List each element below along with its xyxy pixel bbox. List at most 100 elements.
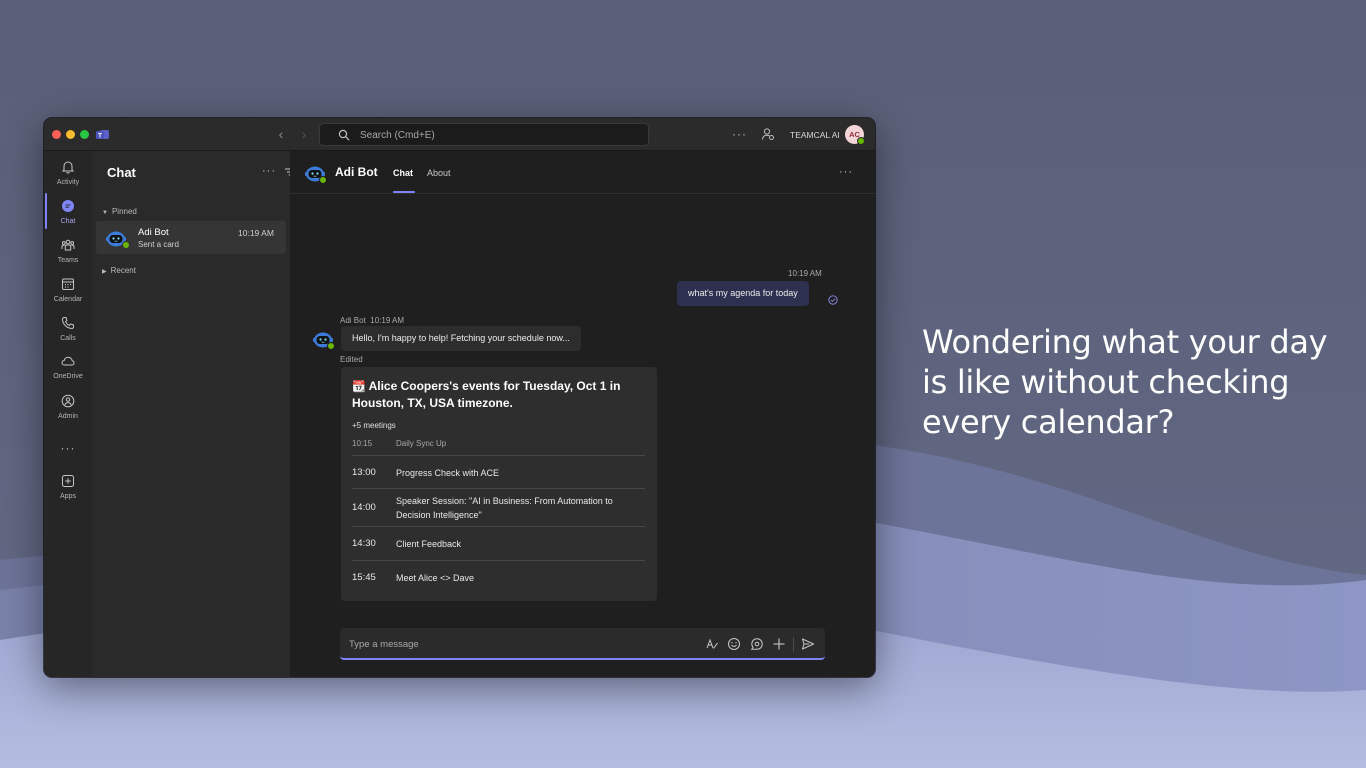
search-box[interactable] [319, 123, 649, 146]
chat-icon [62, 200, 74, 212]
rail-item-onedrive[interactable]: OneDrive [44, 349, 92, 387]
chat-more-options-icon[interactable]: ··· [262, 165, 276, 177]
add-icon[interactable] [772, 637, 786, 651]
rail-label: Teams [57, 257, 79, 264]
rail-item-teams[interactable]: Teams [44, 233, 92, 271]
card-title-text: Alice Coopers's events for Tuesday, Oct … [352, 379, 621, 410]
teams-icon [61, 239, 75, 251]
send-icon[interactable] [801, 637, 815, 651]
meeting-row[interactable]: 15:45 Meet Alice <> Dave [352, 561, 645, 595]
search-icon [338, 129, 350, 141]
sender-name: Adi Bot [340, 316, 366, 325]
title-bar: T ‹ › ··· TEAMCAL AI AC [44, 118, 875, 151]
meeting-row[interactable]: 13:00 Progress Check with ACE [352, 456, 645, 489]
admin-icon [61, 394, 75, 408]
meeting-row[interactable]: 10:15 Daily Sync Up [352, 437, 645, 456]
calendar-icon [62, 278, 74, 290]
chat-time: 10:19 AM [238, 228, 274, 238]
phone-icon [61, 317, 74, 330]
zoom-window-button[interactable] [80, 130, 89, 139]
meeting-time: 14:00 [352, 502, 376, 513]
bell-icon [61, 161, 75, 174]
message-sender-meta: Adi Bot 10:19 AM [340, 316, 404, 325]
agenda-card[interactable]: 📆 Alice Coopers's events for Tuesday, Oc… [341, 367, 657, 601]
minimize-window-button[interactable] [66, 130, 75, 139]
presence-available-icon [857, 137, 865, 145]
meeting-name: Client Feedback [396, 539, 462, 549]
meeting-time: 13:00 [352, 467, 376, 478]
meeting-time: 10:15 [352, 439, 373, 448]
compose-divider [793, 637, 794, 652]
emoji-icon[interactable] [727, 637, 741, 651]
more-meetings-link[interactable]: +5 meetings [352, 421, 396, 430]
section-label: Pinned [111, 207, 137, 216]
meeting-name: Progress Check with ACE [396, 468, 500, 478]
loop-component-icon[interactable] [750, 637, 764, 651]
close-window-button[interactable] [52, 130, 61, 139]
active-tab-indicator [393, 191, 415, 193]
app-rail: Activity Chat Teams Calendar Calls OneDr… [44, 151, 92, 677]
cloud-icon [61, 356, 75, 366]
back-icon[interactable]: ‹ [274, 127, 288, 141]
incoming-message[interactable]: Hello, I'm happy to help! Fetching your … [341, 326, 581, 351]
compose-box[interactable] [340, 628, 825, 661]
conversation-pane: Adi Bot Chat About ··· 10:19 AM what's m… [290, 151, 875, 677]
rail-label: Activity [56, 179, 80, 186]
message-timestamp: 10:19 AM [788, 269, 822, 278]
apps-icon [62, 475, 74, 487]
rail-label: Chat [60, 218, 76, 225]
section-label: Recent [110, 266, 136, 275]
conversation-more-icon[interactable]: ··· [839, 166, 853, 178]
rail-item-chat[interactable]: Chat [44, 194, 92, 232]
chat-preview: Sent a card [138, 240, 179, 249]
rail-label: Calls [60, 335, 76, 342]
more-options-icon[interactable]: ··· [732, 127, 747, 141]
org-name: TEAMCAL AI [790, 130, 840, 140]
meeting-time: 14:30 [352, 538, 376, 549]
rail-item-apps[interactable]: Apps [44, 469, 92, 507]
rail-label: Apps [60, 493, 76, 500]
conversation-title: Adi Bot [335, 165, 378, 179]
rail-label: Calendar [53, 296, 83, 303]
rail-item-activity[interactable]: Activity [44, 155, 92, 193]
chat-list-item[interactable]: Adi Bot Sent a card 10:19 AM [96, 221, 286, 254]
caret-down-icon: ▼ [102, 210, 108, 216]
meeting-name: Speaker Session: "AI in Business: From A… [396, 496, 613, 520]
svg-text:T: T [98, 133, 102, 140]
chat-list-title: Chat [107, 165, 136, 180]
more-apps-icon[interactable]: ··· [44, 441, 92, 455]
marketing-tagline: Wondering what your day is like without … [922, 323, 1328, 441]
outgoing-message[interactable]: what's my agenda for today [677, 281, 809, 306]
tab-about[interactable]: About [427, 168, 451, 178]
edited-label: Edited [340, 355, 363, 364]
rail-item-calendar[interactable]: Calendar [44, 272, 92, 310]
calendar-emoji-icon: 📆 [352, 380, 366, 393]
teams-window: T ‹ › ··· TEAMCAL AI AC Activit [44, 118, 875, 677]
rail-item-calls[interactable]: Calls [44, 311, 92, 349]
chat-name: Adi Bot [138, 227, 169, 238]
people-settings-icon[interactable] [761, 127, 775, 141]
card-title: 📆 Alice Coopers's events for Tuesday, Oc… [352, 378, 647, 412]
conversation-header: Adi Bot Chat About ··· [290, 151, 875, 194]
meeting-name: Daily Sync Up [396, 439, 447, 448]
presence-available-icon [122, 241, 130, 249]
chat-list-pane: Chat ··· ▼ Pinned Adi Bot Sent a card 10… [92, 151, 319, 677]
rail-item-admin[interactable]: Admin [44, 389, 92, 427]
recent-section-header[interactable]: ▶ Recent [102, 266, 136, 275]
presence-available-icon [327, 342, 335, 350]
forward-icon[interactable]: › [297, 127, 311, 141]
meeting-row[interactable]: 14:30 Client Feedback [352, 527, 645, 561]
meeting-time: 15:45 [352, 572, 376, 583]
meeting-row[interactable]: 14:00 Speaker Session: "AI in Business: … [352, 489, 645, 527]
presence-available-icon [319, 176, 327, 184]
pinned-section-header[interactable]: ▼ Pinned [102, 207, 137, 216]
message-timestamp: 10:19 AM [370, 316, 405, 325]
rail-label: OneDrive [53, 373, 83, 380]
search-input[interactable] [360, 127, 630, 143]
format-icon[interactable] [705, 637, 719, 651]
caret-right-icon: ▶ [102, 269, 107, 275]
rail-label: Admin [58, 413, 78, 420]
tab-chat[interactable]: Chat [393, 168, 413, 178]
message-input[interactable] [349, 637, 689, 651]
meeting-name: Meet Alice <> Dave [396, 573, 475, 583]
